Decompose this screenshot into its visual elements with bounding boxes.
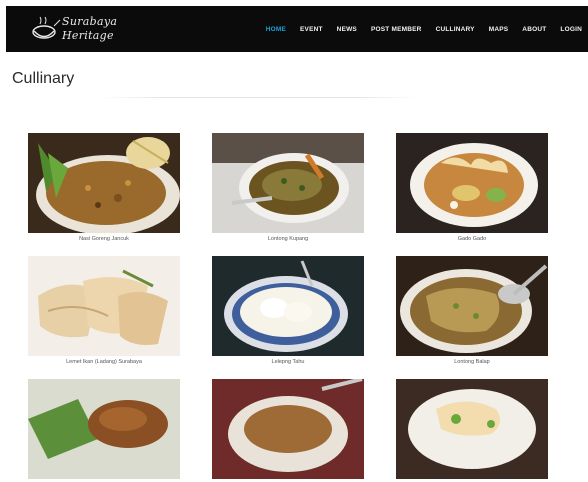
title-divider bbox=[100, 97, 420, 98]
nav-menu: HOME EVENT NEWS POST MEMBER CULLINARY MA… bbox=[252, 6, 582, 52]
dish-photo[interactable] bbox=[212, 256, 364, 356]
dish-card[interactable] bbox=[28, 379, 180, 482]
dish-image bbox=[28, 379, 180, 479]
lontong-balap-image bbox=[396, 256, 548, 356]
nav-login[interactable]: LOGIN bbox=[560, 26, 582, 33]
dish-photo[interactable] bbox=[28, 379, 180, 479]
dish-card[interactable] bbox=[212, 379, 364, 482]
nav-maps[interactable]: MAPS bbox=[489, 26, 509, 33]
lontong-kupang-image bbox=[212, 133, 364, 233]
page-title: Cullinary bbox=[12, 70, 75, 87]
lelepng-tahu-image bbox=[212, 256, 364, 356]
dish-card[interactable]: Gado Gado bbox=[396, 133, 548, 242]
dish-card[interactable]: Lelepng Tahu bbox=[212, 256, 364, 365]
nav-home[interactable]: HOME bbox=[266, 26, 286, 33]
dish-image bbox=[212, 379, 364, 479]
logo-text-line1: Surabaya bbox=[62, 15, 118, 28]
dish-photo[interactable] bbox=[212, 133, 364, 233]
dish-caption: Lontong Balap bbox=[454, 359, 490, 365]
dish-caption: Lontong Kupang bbox=[267, 236, 309, 242]
gado-gado-image bbox=[396, 133, 548, 233]
dish-photo[interactable] bbox=[396, 256, 548, 356]
dish-image bbox=[396, 379, 548, 479]
dish-card[interactable]: Nasi Goreng Jancuk bbox=[28, 133, 180, 242]
logo-text-line2: Heritage bbox=[62, 29, 114, 42]
dish-photo[interactable] bbox=[28, 256, 180, 356]
top-navbar: Surabaya Heritage HOME EVENT NEWS POST M… bbox=[6, 6, 588, 52]
nav-event[interactable]: EVENT bbox=[300, 26, 323, 33]
nav-news[interactable]: NEWS bbox=[337, 26, 357, 33]
dish-card[interactable] bbox=[396, 379, 548, 482]
nav-about[interactable]: ABOUT bbox=[522, 26, 546, 33]
dish-photo[interactable] bbox=[396, 133, 548, 233]
dish-card[interactable]: Lontong Balap bbox=[396, 256, 548, 365]
dish-caption: Lelepng Tahu bbox=[271, 359, 305, 365]
dish-photo[interactable] bbox=[28, 133, 180, 233]
dish-photo[interactable] bbox=[396, 379, 548, 479]
dish-card[interactable]: Lemet Ikan (Ladang) Surabaya bbox=[28, 256, 180, 365]
dish-caption: Nasi Goreng Jancuk bbox=[79, 236, 129, 242]
nav-post-member[interactable]: POST MEMBER bbox=[371, 26, 422, 33]
dish-caption: Gado Gado bbox=[457, 236, 487, 242]
bowl-logo-icon bbox=[32, 16, 61, 39]
lemet-ikan-image bbox=[28, 256, 180, 356]
dish-photo[interactable] bbox=[212, 379, 364, 479]
site-logo[interactable]: Surabaya Heritage bbox=[28, 12, 148, 46]
fried-rice-image bbox=[28, 133, 180, 233]
dish-card[interactable]: Lontong Kupang bbox=[212, 133, 364, 242]
nav-cullinary[interactable]: CULLINARY bbox=[436, 26, 475, 33]
dish-caption: Lemet Ikan (Ladang) Surabaya bbox=[66, 359, 142, 365]
